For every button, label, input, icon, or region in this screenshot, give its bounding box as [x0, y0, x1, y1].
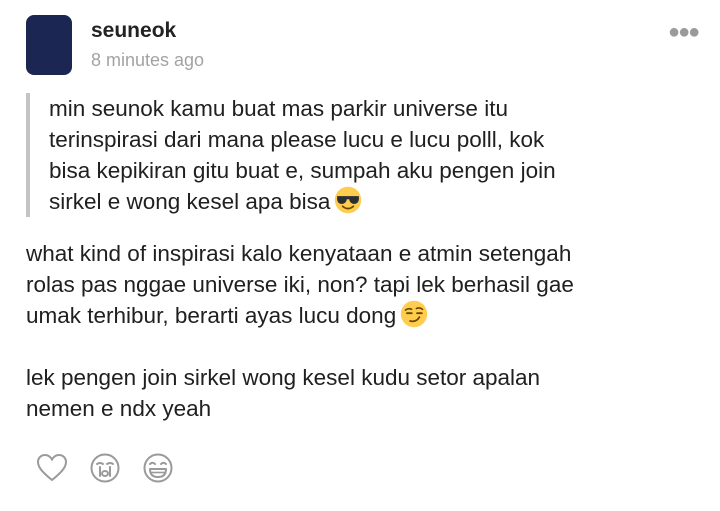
reaction-bar — [36, 452, 174, 484]
answer-paragraph-2: lek pengen join sirkel wong kesel kudu s… — [26, 365, 541, 421]
answer: what kind of inspirasi kalo kenyataan e … — [26, 238, 706, 424]
answer-paragraph-1: what kind of inspirasi kalo kenyataan e … — [26, 238, 706, 331]
answer-paragraph-1-text: what kind of inspirasi kalo kenyataan e … — [26, 241, 574, 328]
smirking-face-emoji — [400, 300, 428, 328]
laughing-face-icon[interactable] — [142, 452, 174, 484]
smiling-face-with-sunglasses-emoji — [335, 186, 362, 214]
username[interactable]: seuneok — [91, 19, 176, 43]
question-text-content: min seunok kamu buat mas parkir universe… — [49, 96, 556, 214]
avatar[interactable] — [26, 15, 72, 75]
question-text: min seunok kamu buat mas parkir universe… — [49, 93, 706, 217]
heart-icon[interactable] — [36, 452, 68, 484]
crying-face-icon[interactable] — [89, 452, 121, 484]
timestamp: 8 minutes ago — [91, 50, 205, 70]
question-quote: min seunok kamu buat mas parkir universe… — [26, 93, 706, 217]
more-options-icon[interactable]: ●●● — [668, 22, 700, 42]
